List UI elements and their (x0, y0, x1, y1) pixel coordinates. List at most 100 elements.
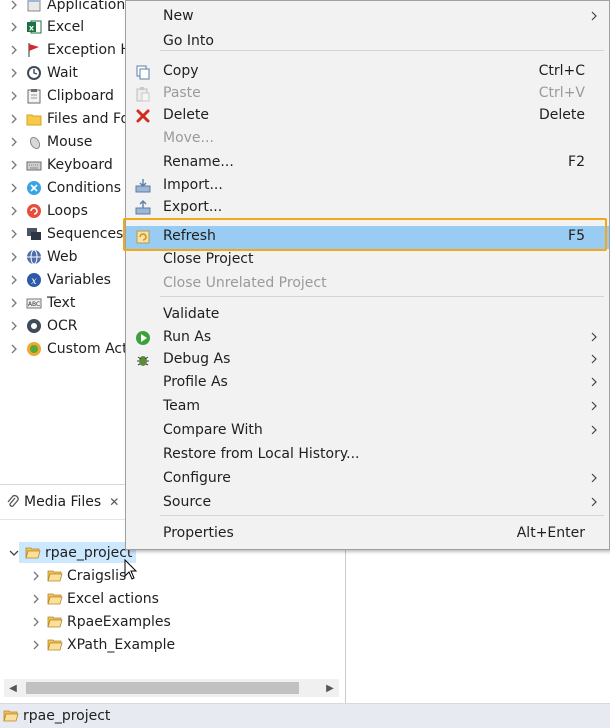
svg-text:x: x (31, 276, 37, 287)
chevron-right-icon[interactable] (9, 137, 19, 147)
horizontal-scrollbar[interactable]: ◀ ▶ (4, 679, 339, 697)
chevron-right-icon[interactable] (31, 617, 41, 627)
tree-item-label: Variables (47, 271, 111, 288)
menu-item-export[interactable]: Export... (126, 197, 609, 220)
chevron-right-icon[interactable] (9, 0, 19, 10)
menu-separator (160, 515, 604, 516)
tree-item-label: Keyboard (47, 156, 113, 173)
menu-item-validate[interactable]: Validate (126, 304, 609, 327)
chevron-right-icon[interactable] (9, 91, 19, 101)
text-icon: ABC (26, 295, 42, 311)
chevron-right-icon[interactable] (31, 594, 41, 604)
close-icon[interactable]: ✕ (109, 495, 119, 509)
tree-item-label: Custom Acti (47, 340, 132, 357)
tree-item-label: Conditions (47, 179, 122, 196)
chevron-down-icon[interactable] (9, 548, 19, 558)
menu-item-label: Debug As (163, 351, 231, 367)
menu-item-label: Export... (163, 199, 223, 215)
chevron-right-icon[interactable] (9, 22, 19, 32)
selected-row[interactable]: rpae_project (19, 542, 137, 563)
menu-item-close-project[interactable]: Close Project (126, 249, 609, 272)
media-tree-item[interactable]: Craigslis (31, 564, 126, 587)
globe-icon (26, 249, 42, 265)
conditions-icon (26, 180, 42, 196)
menu-item-rename[interactable]: Rename... F2 (126, 152, 609, 175)
chevron-right-icon[interactable] (9, 68, 19, 78)
tree-item-label: Text (47, 294, 76, 311)
folder-icon (26, 111, 42, 127)
folder-open-icon (3, 709, 19, 723)
tab-label: Media Files (24, 494, 102, 510)
chevron-right-icon[interactable] (9, 321, 19, 331)
menu-separator (160, 218, 604, 219)
menu-item-profile-as[interactable]: Profile As (126, 372, 609, 395)
tree-item-label: XPath_Example (67, 636, 176, 653)
menu-item-shortcut: F5 (568, 228, 585, 244)
tree-item-label: Clipboard (47, 87, 114, 104)
menu-item-configure[interactable]: Configure (126, 468, 609, 491)
menu-item-restore-from-local-history[interactable]: Restore from Local History... (126, 444, 609, 467)
loops-icon (26, 203, 42, 219)
scroll-left-arrow-icon[interactable]: ◀ (4, 679, 22, 697)
folder-icon (47, 638, 63, 652)
menu-item-shortcut: Ctrl+C (538, 63, 585, 79)
custom-actions-icon (26, 341, 42, 357)
export-icon (135, 200, 151, 216)
svg-text:ABC: ABC (28, 301, 40, 308)
chevron-right-icon[interactable] (9, 114, 19, 124)
chevron-right-icon[interactable] (31, 571, 41, 581)
media-tree-item[interactable]: Excel actions (31, 587, 159, 610)
clipboard-icon (26, 88, 42, 104)
menu-item-source[interactable]: Source (126, 492, 609, 515)
chevron-right-icon[interactable] (9, 344, 19, 354)
mouse-pointer-icon (124, 559, 138, 580)
menu-item-shortcut: Delete (539, 107, 585, 123)
chevron-right-icon[interactable] (9, 183, 19, 193)
status-bar: rpae_project (0, 703, 610, 728)
delete-icon (135, 108, 151, 124)
media-tree-item[interactable]: XPath_Example (31, 633, 175, 656)
menu-item-new[interactable]: New (126, 6, 609, 29)
chevron-right-icon[interactable] (9, 160, 19, 170)
chevron-right-icon[interactable] (31, 640, 41, 650)
tree-item-label: Exception H (47, 41, 131, 58)
media-tree-root[interactable]: rpae_project (9, 541, 137, 564)
menu-item-label: Validate (163, 306, 220, 322)
chevron-right-icon[interactable] (9, 252, 19, 262)
menu-separator (160, 296, 604, 297)
status-label: rpae_project (23, 708, 111, 724)
tree-item-label: Craigslis (67, 567, 127, 584)
menu-item-move: Move... (126, 128, 609, 151)
scrollbar-thumb[interactable] (26, 682, 299, 694)
tab-media-files[interactable]: Media Files ✕ (0, 485, 126, 520)
menu-item-copy[interactable]: Copy Ctrl+C (126, 61, 609, 84)
chevron-right-icon[interactable] (9, 298, 19, 308)
chevron-right-icon[interactable] (9, 275, 19, 285)
menu-item-label: Move... (163, 130, 214, 146)
menu-item-label: Close Unrelated Project (163, 275, 327, 291)
paste-icon (135, 86, 151, 102)
menu-item-import[interactable]: Import... (126, 175, 609, 198)
keyboard-icon (26, 157, 42, 173)
tree-item-label: Wait (47, 64, 78, 81)
menu-item-run-as[interactable]: Run As (126, 327, 609, 350)
chevron-right-icon[interactable] (9, 206, 19, 216)
scroll-right-arrow-icon[interactable]: ▶ (321, 679, 339, 697)
menu-item-delete[interactable]: Delete Delete (126, 105, 609, 128)
menu-item-label: Profile As (163, 374, 228, 390)
menu-item-properties[interactable]: Properties Alt+Enter (126, 523, 609, 546)
import-icon (135, 178, 151, 194)
menu-item-debug-as[interactable]: Debug As (126, 349, 609, 372)
menu-item-refresh[interactable]: Refresh F5 (126, 226, 609, 249)
menu-item-shortcut: Alt+Enter (516, 525, 585, 541)
chevron-right-icon[interactable] (9, 45, 19, 55)
tree-item-label: RpaeExamples (67, 613, 171, 630)
menu-item-team[interactable]: Team (126, 396, 609, 419)
menu-item-label: Close Project (163, 251, 254, 267)
folder-icon (47, 592, 63, 606)
menu-item-label: Rename... (163, 154, 234, 170)
menu-item-compare-with[interactable]: Compare With (126, 420, 609, 443)
menu-item-label: Go Into (163, 33, 214, 49)
chevron-right-icon[interactable] (9, 229, 19, 239)
media-tree-item[interactable]: RpaeExamples (31, 610, 171, 633)
